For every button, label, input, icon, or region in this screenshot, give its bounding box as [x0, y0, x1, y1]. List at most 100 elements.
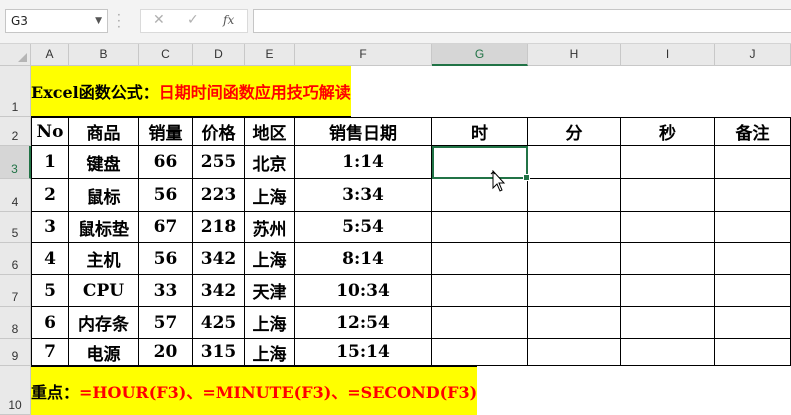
- row-header-10[interactable]: 10: [0, 366, 31, 415]
- column-header-h[interactable]: H: [528, 44, 621, 66]
- table-cell[interactable]: 5: [31, 275, 69, 307]
- table-cell[interactable]: [528, 307, 621, 339]
- title-banner[interactable]: Excel函数公式： 日期时间函数应用技巧解读: [31, 66, 351, 117]
- table-cell[interactable]: 上海: [245, 339, 295, 366]
- table-cell[interactable]: 7: [31, 339, 69, 366]
- table-cell[interactable]: [528, 212, 621, 243]
- table-cell[interactable]: [432, 275, 528, 307]
- table-cell[interactable]: [432, 212, 528, 243]
- table-cell[interactable]: 键盘: [69, 146, 139, 179]
- table-cell[interactable]: [621, 339, 715, 366]
- column-header-c[interactable]: C: [139, 44, 193, 66]
- table-cell[interactable]: 3: [31, 212, 69, 243]
- table-cell[interactable]: 218: [193, 212, 245, 243]
- table-cell[interactable]: 223: [193, 179, 245, 212]
- table-cell[interactable]: 342: [193, 275, 245, 307]
- column-header-i[interactable]: I: [621, 44, 715, 66]
- enter-icon[interactable]: ✓: [187, 12, 199, 28]
- table-cell[interactable]: 1: [31, 146, 69, 179]
- table-cell[interactable]: [715, 243, 791, 275]
- row-header-6[interactable]: 6: [0, 243, 31, 275]
- insert-function-icon[interactable]: fx: [223, 13, 234, 27]
- table-cell[interactable]: [621, 146, 715, 179]
- table-cell[interactable]: 15:14: [295, 339, 432, 366]
- table-cell[interactable]: 5:54: [295, 212, 432, 243]
- table-cell[interactable]: 鼠标: [69, 179, 139, 212]
- table-cell[interactable]: [715, 179, 791, 212]
- column-header-a[interactable]: A: [31, 44, 69, 66]
- column-header-e[interactable]: E: [245, 44, 295, 66]
- table-cell[interactable]: 10:34: [295, 275, 432, 307]
- name-box[interactable]: G3 ▼: [5, 9, 108, 33]
- table-cell[interactable]: 4: [31, 243, 69, 275]
- row-header-2[interactable]: 2: [0, 117, 31, 146]
- table-cell[interactable]: 8:14: [295, 243, 432, 275]
- table-cell[interactable]: 56: [139, 243, 193, 275]
- table-cell[interactable]: CPU: [69, 275, 139, 307]
- table-cell[interactable]: [715, 146, 791, 179]
- table-header-cell[interactable]: 时: [432, 117, 528, 146]
- table-cell[interactable]: 1:14: [295, 146, 432, 179]
- table-cell[interactable]: 主机: [69, 243, 139, 275]
- row-header-7[interactable]: 7: [0, 275, 31, 307]
- table-cell[interactable]: [528, 339, 621, 366]
- table-cell[interactable]: 425: [193, 307, 245, 339]
- chevron-down-icon[interactable]: ▼: [95, 10, 102, 32]
- table-cell[interactable]: [621, 243, 715, 275]
- column-header-g[interactable]: G: [432, 44, 528, 66]
- table-cell[interactable]: [621, 179, 715, 212]
- active-cell-selection[interactable]: [432, 146, 530, 181]
- table-header-cell[interactable]: 销量: [139, 117, 193, 146]
- row-header-1[interactable]: 1: [0, 66, 31, 117]
- table-cell[interactable]: 天津: [245, 275, 295, 307]
- table-cell[interactable]: 3:34: [295, 179, 432, 212]
- table-cell[interactable]: [715, 275, 791, 307]
- table-cell[interactable]: 内存条: [69, 307, 139, 339]
- table-cell[interactable]: 上海: [245, 307, 295, 339]
- column-header-f[interactable]: F: [295, 44, 432, 66]
- table-header-cell[interactable]: 价格: [193, 117, 245, 146]
- table-header-cell[interactable]: No: [31, 117, 69, 146]
- table-header-cell[interactable]: 地区: [245, 117, 295, 146]
- row-header-9[interactable]: 9: [0, 339, 31, 366]
- table-cell[interactable]: 鼠标垫: [69, 212, 139, 243]
- column-header-d[interactable]: D: [193, 44, 245, 66]
- table-cell[interactable]: 上海: [245, 243, 295, 275]
- table-cell[interactable]: 6: [31, 307, 69, 339]
- footer-banner[interactable]: 重点： =HOUR(F3)、=MINUTE(F3)、=SECOND(F3): [31, 366, 478, 415]
- table-cell[interactable]: [432, 243, 528, 275]
- table-cell[interactable]: 电源: [69, 339, 139, 366]
- table-cell[interactable]: [528, 275, 621, 307]
- column-header-b[interactable]: B: [69, 44, 139, 66]
- table-cell[interactable]: 上海: [245, 179, 295, 212]
- select-all-corner[interactable]: [0, 44, 31, 66]
- table-cell[interactable]: [621, 275, 715, 307]
- table-cell[interactable]: [621, 212, 715, 243]
- row-header-5[interactable]: 5: [0, 212, 31, 243]
- table-cell[interactable]: [528, 243, 621, 275]
- table-cell[interactable]: [432, 307, 528, 339]
- more-options-icon[interactable]: · · ·: [117, 9, 121, 33]
- table-cell[interactable]: 33: [139, 275, 193, 307]
- table-cell[interactable]: [715, 339, 791, 366]
- table-cell[interactable]: [715, 212, 791, 243]
- table-cell[interactable]: 2: [31, 179, 69, 212]
- table-cell[interactable]: 67: [139, 212, 193, 243]
- table-cell[interactable]: 66: [139, 146, 193, 179]
- table-cell[interactable]: [528, 179, 621, 212]
- table-cell[interactable]: 苏州: [245, 212, 295, 243]
- column-header-j[interactable]: J: [715, 44, 791, 66]
- formula-input[interactable]: [253, 9, 791, 33]
- table-header-cell[interactable]: 商品: [69, 117, 139, 146]
- table-cell[interactable]: [432, 179, 528, 212]
- table-header-cell[interactable]: 分: [528, 117, 621, 146]
- row-header-8[interactable]: 8: [0, 307, 31, 339]
- table-cell[interactable]: 57: [139, 307, 193, 339]
- table-header-cell[interactable]: 销售日期: [295, 117, 432, 146]
- table-cell[interactable]: [528, 146, 621, 179]
- row-header-3[interactable]: 3: [0, 146, 31, 179]
- table-cell[interactable]: 315: [193, 339, 245, 366]
- table-cell[interactable]: [715, 307, 791, 339]
- table-cell[interactable]: 255: [193, 146, 245, 179]
- table-cell[interactable]: 20: [139, 339, 193, 366]
